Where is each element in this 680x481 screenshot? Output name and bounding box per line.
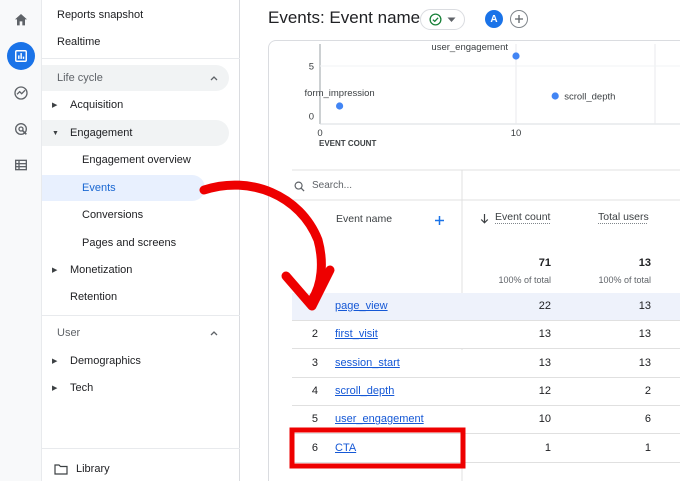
annotation-arrowhead <box>281 265 335 311</box>
annotation-layer <box>199 180 466 469</box>
annotation-highlight-box <box>289 427 466 469</box>
annotation-arrow <box>199 180 326 305</box>
